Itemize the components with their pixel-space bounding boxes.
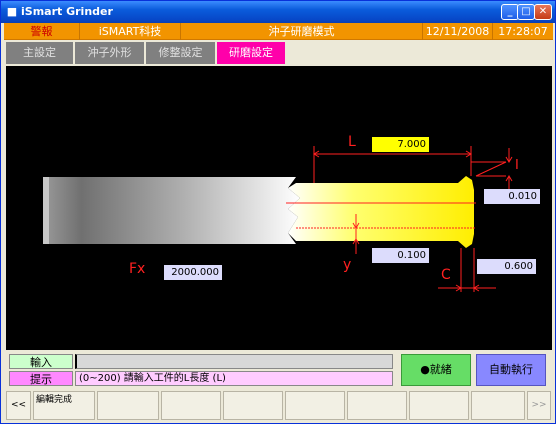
status-header: 警報 iSMART科技 沖子研磨模式 12/11/2008 17:28:07 bbox=[4, 23, 553, 40]
punch-tip bbox=[288, 176, 474, 248]
next-page-button[interactable]: >> bbox=[527, 391, 551, 420]
time-display: 17:28:07 bbox=[498, 25, 548, 38]
shank-end bbox=[43, 177, 49, 244]
function-key-2[interactable] bbox=[97, 391, 159, 420]
app-window: ■ iSmart Grinder _ □ ✕ 警報 iSMART科技 沖子研磨模… bbox=[0, 0, 556, 424]
app-icon: ■ bbox=[6, 5, 18, 18]
window-title: iSmart Grinder bbox=[21, 5, 113, 18]
alarm-indicator[interactable]: 警報 bbox=[4, 23, 80, 40]
input-label: 輸入 bbox=[9, 354, 73, 369]
label-I: I bbox=[515, 158, 519, 173]
hint-text: (0~200) 請輸入工件的L長度 (L) bbox=[75, 371, 393, 386]
mode-title: 沖子研磨模式 bbox=[181, 23, 423, 40]
punch-diagram bbox=[43, 146, 513, 292]
close-button[interactable]: ✕ bbox=[534, 4, 552, 20]
hint-label: 提示 bbox=[9, 371, 73, 386]
tab-main-settings[interactable]: 主設定 bbox=[6, 42, 73, 64]
value-Fx[interactable]: 2000.000 bbox=[164, 265, 222, 280]
edit-done-button[interactable]: 編輯完成 bbox=[33, 391, 95, 420]
maximize-button[interactable]: □ bbox=[517, 4, 535, 20]
label-y: y bbox=[343, 257, 352, 273]
value-C[interactable]: 0.600 bbox=[477, 259, 536, 274]
function-key-6[interactable] bbox=[347, 391, 407, 420]
tab-bar: 主設定 沖子外形 修整設定 研磨設定 bbox=[4, 40, 553, 65]
ready-button[interactable]: ●就緒 bbox=[401, 354, 471, 386]
input-field[interactable] bbox=[75, 354, 393, 369]
label-C: C bbox=[441, 267, 451, 283]
date-display: 12/11/2008 bbox=[423, 23, 493, 40]
tab-punch-shape[interactable]: 沖子外形 bbox=[75, 42, 144, 64]
label-Fx: Fx bbox=[129, 261, 146, 277]
title-bar[interactable]: ■ iSmart Grinder _ □ ✕ bbox=[1, 1, 555, 23]
punch-shank bbox=[43, 177, 300, 244]
function-key-4[interactable] bbox=[223, 391, 283, 420]
value-I[interactable]: 0.010 bbox=[484, 189, 540, 204]
value-L[interactable]: 7.000 bbox=[372, 137, 429, 152]
label-L: L bbox=[348, 134, 356, 150]
company-name: iSMART科技 bbox=[80, 23, 181, 40]
function-key-bar: << 編輯完成 >> bbox=[4, 390, 553, 421]
value-y[interactable]: 0.100 bbox=[372, 248, 429, 263]
function-key-3[interactable] bbox=[161, 391, 221, 420]
prev-page-button[interactable]: << bbox=[6, 391, 31, 420]
function-key-7[interactable] bbox=[409, 391, 469, 420]
punch-drawing: L 7.000 I 0.010 Fx 2000.000 y 0.100 C 0.… bbox=[6, 66, 552, 350]
function-key-5[interactable] bbox=[285, 391, 345, 420]
function-key-8[interactable] bbox=[471, 391, 525, 420]
input-area: 輸入 提示 (0~200) 請輸入工件的L長度 (L) ●就緒 自動執行 bbox=[6, 352, 552, 388]
auto-run-button[interactable]: 自動執行 bbox=[476, 354, 546, 386]
tab-dress-settings[interactable]: 修整設定 bbox=[146, 42, 215, 64]
tab-grind-settings[interactable]: 研磨設定 bbox=[217, 42, 285, 64]
